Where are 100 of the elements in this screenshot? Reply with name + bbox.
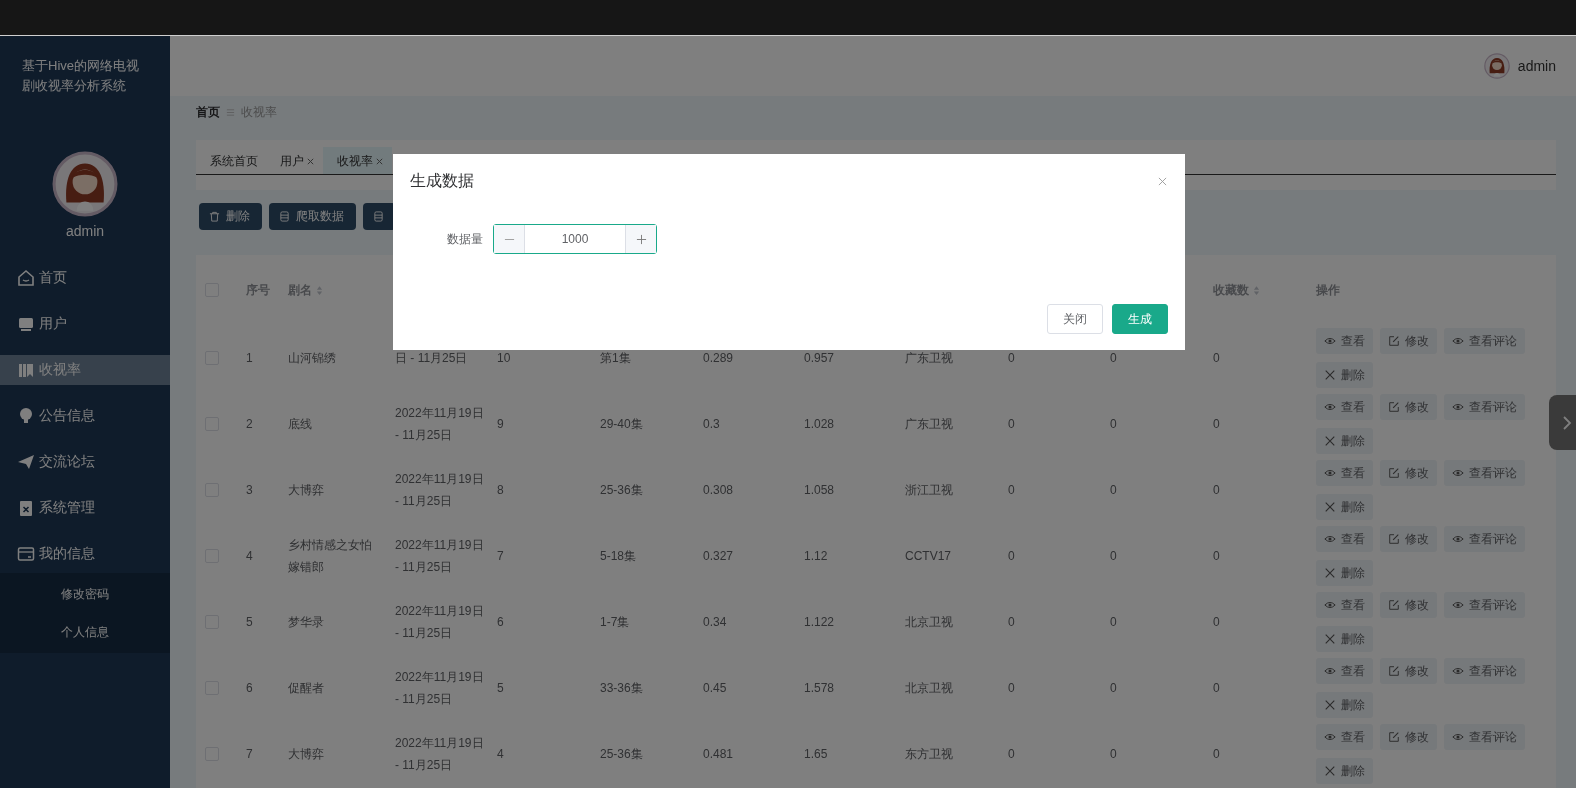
table-cell-text: 0 — [1213, 350, 1220, 367]
action-button[interactable]: 查看评论 — [1444, 526, 1525, 552]
close-icon[interactable] — [1158, 177, 1167, 186]
table-cell-text: 广东卫视 — [905, 416, 953, 433]
close-icon[interactable] — [375, 156, 384, 166]
table-cell-text: 促醒者 — [288, 680, 324, 697]
table-cell-text: 0.308 — [703, 482, 734, 499]
close-icon — [1324, 699, 1336, 711]
table-cell-text: 6 — [497, 614, 504, 631]
eye-icon — [1324, 599, 1336, 611]
tab[interactable]: 用户 — [266, 147, 323, 175]
table-cell-text: 0 — [1008, 416, 1015, 433]
tab[interactable]: 系统首页 — [196, 147, 266, 175]
number-input[interactable]: 1000 — [493, 224, 657, 254]
table-cell-text: 0 — [1110, 416, 1117, 433]
table-cell-text: 0 — [1008, 746, 1015, 763]
expand-tab[interactable] — [1549, 395, 1576, 450]
action-button[interactable]: 查看评论 — [1444, 658, 1525, 684]
action-button[interactable]: 查看评论 — [1444, 328, 1525, 354]
close-icon[interactable] — [306, 156, 315, 166]
action-button[interactable]: 删除 — [1316, 692, 1373, 718]
action-button[interactable]: 查看 — [1316, 394, 1373, 420]
action-button[interactable]: 查看 — [1316, 658, 1373, 684]
table-cell-text: 0.45 — [703, 680, 727, 697]
user-name[interactable]: admin — [1517, 58, 1556, 74]
action-button[interactable]: 查看评论 — [1444, 592, 1525, 618]
table-cell-text: 0 — [1008, 548, 1015, 565]
edit-icon — [1388, 731, 1400, 743]
table-cell-text: 5 — [246, 614, 253, 631]
field-label: 数据量 — [447, 230, 483, 248]
action-button[interactable]: 查看 — [1316, 724, 1373, 750]
minus-button[interactable] — [494, 225, 525, 253]
menu-item[interactable]: 首页 — [0, 263, 170, 293]
table-cell-text: 0 — [1213, 614, 1220, 631]
eye-icon — [1324, 533, 1336, 545]
action-button[interactable]: 修改 — [1380, 394, 1437, 420]
action-button[interactable]: 修改 — [1380, 724, 1437, 750]
chevron-right-icon — [1561, 414, 1572, 431]
action-button[interactable]: 查看评论 — [1444, 724, 1525, 750]
table-cell-text: 广东卫视 — [905, 350, 953, 367]
action-button[interactable]: 删除 — [1316, 560, 1373, 586]
action-button[interactable]: 查看 — [1316, 526, 1373, 552]
action-button[interactable]: 修改 — [1380, 328, 1437, 354]
menu-item[interactable]: 用户 — [0, 309, 170, 339]
table-cell-text: 5 — [497, 680, 504, 697]
menu-item[interactable]: 我的信息 — [0, 539, 170, 569]
eye-icon — [1324, 665, 1336, 677]
menu-item[interactable]: 系统管理 — [0, 493, 170, 523]
table-cell-text: 0.3 — [703, 416, 720, 433]
eye-icon — [1324, 731, 1336, 743]
breadcrumb-item[interactable]: 首页 — [196, 103, 220, 121]
plus-button[interactable] — [625, 225, 656, 253]
action-button[interactable]: 删除 — [1316, 362, 1373, 388]
dialog-button[interactable]: 关闭 — [1047, 304, 1103, 334]
action-button[interactable]: 修改 — [1380, 658, 1437, 684]
eye-icon — [1324, 335, 1336, 347]
system-title: 基于Hive的网络电视剧收视率分析系统 — [21, 57, 140, 95]
table-cell-text: 0 — [1110, 350, 1117, 367]
table-cell-text: 第1集 — [600, 350, 631, 367]
action-button[interactable]: 修改 — [1380, 592, 1437, 618]
action-button[interactable]: 查看评论 — [1444, 394, 1525, 420]
menu-item[interactable]: 交流论坛 — [0, 447, 170, 477]
table-cell-text: 2022年11月19日 - 11月25日 — [395, 471, 485, 510]
tab[interactable]: 收视率 — [323, 147, 392, 175]
action-button[interactable]: 查看评论 — [1444, 460, 1525, 486]
trash-icon — [209, 211, 220, 222]
sort-icon[interactable] — [1253, 284, 1260, 296]
toolbar-button[interactable]: 删除 — [199, 203, 262, 230]
table-cell-text: 0 — [1110, 548, 1117, 565]
table-cell-text: 东方卫视 — [905, 746, 953, 763]
action-button[interactable]: 删除 — [1316, 758, 1373, 784]
table-cell-text: 2 — [246, 416, 253, 433]
database-icon — [279, 211, 290, 222]
action-button[interactable]: 查看 — [1316, 328, 1373, 354]
paper-plane-icon — [17, 453, 35, 471]
submenu-item[interactable]: 修改密码 — [0, 585, 170, 603]
eye-icon — [1452, 401, 1464, 413]
close-icon — [1324, 633, 1336, 645]
menu-item[interactable]: 收视率 — [0, 355, 170, 385]
action-button[interactable]: 删除 — [1316, 428, 1373, 454]
action-button[interactable]: 查看 — [1316, 592, 1373, 618]
sort-icon[interactable] — [316, 284, 323, 296]
action-button[interactable]: 删除 — [1316, 626, 1373, 652]
table-cell-text: 25-36集 — [600, 746, 643, 763]
menu-item[interactable]: 公告信息 — [0, 401, 170, 431]
eye-icon — [1452, 665, 1464, 677]
user-name: admin — [65, 223, 105, 241]
action-button[interactable]: 删除 — [1316, 494, 1373, 520]
action-button[interactable]: 查看 — [1316, 460, 1373, 486]
dialog-button[interactable]: 生成 — [1112, 304, 1168, 334]
action-button[interactable]: 修改 — [1380, 526, 1437, 552]
eye-icon — [1452, 731, 1464, 743]
action-button[interactable]: 修改 — [1380, 460, 1437, 486]
table-cell-text: 0 — [1110, 614, 1117, 631]
close-icon — [1324, 369, 1336, 381]
toolbar-button[interactable]: 爬取数据 — [269, 203, 356, 230]
dialog-title: 生成数据 — [410, 171, 474, 191]
submenu-item[interactable]: 个人信息 — [0, 623, 170, 641]
table-cell-text: 0 — [1008, 482, 1015, 499]
edit-icon — [1388, 335, 1400, 347]
